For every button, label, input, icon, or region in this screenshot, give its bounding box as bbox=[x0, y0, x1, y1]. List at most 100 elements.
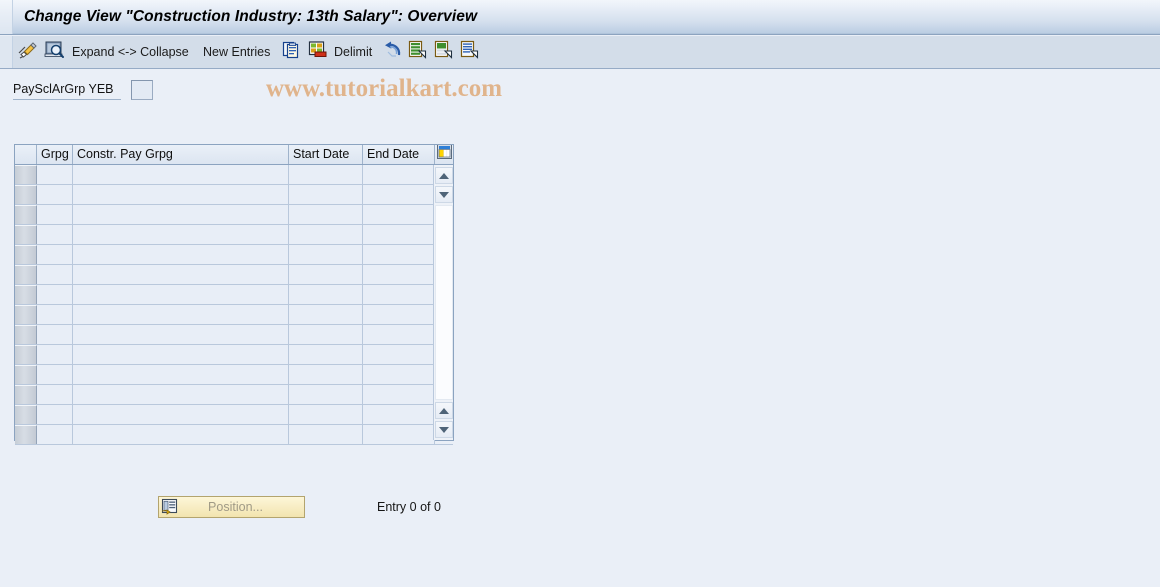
table-row[interactable] bbox=[15, 365, 453, 385]
cell-ed[interactable] bbox=[363, 185, 435, 204]
cell-ed[interactable] bbox=[363, 405, 435, 424]
deselect-all-button[interactable] bbox=[434, 40, 453, 64]
table-vertical-scrollbar[interactable] bbox=[433, 165, 453, 440]
cell-sd[interactable] bbox=[289, 325, 363, 344]
cell-sd[interactable] bbox=[289, 225, 363, 244]
scroll-to-top-button[interactable] bbox=[435, 167, 453, 184]
delete-button[interactable] bbox=[308, 40, 327, 64]
table-row[interactable] bbox=[15, 385, 453, 405]
table-row[interactable] bbox=[15, 325, 453, 345]
cell-ed[interactable] bbox=[363, 305, 435, 324]
cell-cpg[interactable] bbox=[73, 245, 289, 264]
position-button[interactable]: Position... bbox=[158, 496, 305, 518]
cell-ed[interactable] bbox=[363, 425, 435, 444]
cell-sd[interactable] bbox=[289, 285, 363, 304]
cell-ed[interactable] bbox=[363, 385, 435, 404]
display-button[interactable] bbox=[44, 40, 65, 64]
cell-cpg[interactable] bbox=[73, 325, 289, 344]
change-pencil-button[interactable] bbox=[18, 40, 39, 64]
cell-sd[interactable] bbox=[289, 385, 363, 404]
table-row[interactable] bbox=[15, 265, 453, 285]
delimit-button[interactable]: Delimit bbox=[334, 40, 372, 64]
cell-grpg[interactable] bbox=[37, 225, 73, 244]
cell-sd[interactable] bbox=[289, 205, 363, 224]
cell-ed[interactable] bbox=[363, 165, 435, 184]
scroll-to-bottom-button[interactable] bbox=[435, 421, 453, 438]
cell-cpg[interactable] bbox=[73, 165, 289, 184]
cell-cpg[interactable] bbox=[73, 185, 289, 204]
cell-sd[interactable] bbox=[289, 265, 363, 284]
table-row[interactable] bbox=[15, 225, 453, 245]
cell-grpg[interactable] bbox=[37, 205, 73, 224]
cell-ed[interactable] bbox=[363, 345, 435, 364]
cell-cpg[interactable] bbox=[73, 365, 289, 384]
column-header-start-date[interactable]: Start Date bbox=[289, 145, 363, 164]
cell-cpg[interactable] bbox=[73, 305, 289, 324]
row-select-button[interactable] bbox=[15, 385, 37, 404]
cell-grpg[interactable] bbox=[37, 165, 73, 184]
cell-ed[interactable] bbox=[363, 225, 435, 244]
table-row[interactable] bbox=[15, 245, 453, 265]
cell-grpg[interactable] bbox=[37, 345, 73, 364]
cell-grpg[interactable] bbox=[37, 245, 73, 264]
cell-grpg[interactable] bbox=[37, 385, 73, 404]
cell-cpg[interactable] bbox=[73, 425, 289, 444]
cell-ed[interactable] bbox=[363, 325, 435, 344]
cell-grpg[interactable] bbox=[37, 405, 73, 424]
scrollbar-track[interactable] bbox=[435, 205, 453, 400]
row-select-button[interactable] bbox=[15, 325, 37, 344]
cell-cpg[interactable] bbox=[73, 225, 289, 244]
cell-ed[interactable] bbox=[363, 205, 435, 224]
select-all-button[interactable] bbox=[408, 40, 427, 64]
cell-grpg[interactable] bbox=[37, 425, 73, 444]
row-select-button[interactable] bbox=[15, 185, 37, 204]
table-settings-button[interactable] bbox=[435, 145, 453, 164]
cell-grpg[interactable] bbox=[37, 365, 73, 384]
cell-sd[interactable] bbox=[289, 305, 363, 324]
cell-grpg[interactable] bbox=[37, 285, 73, 304]
cell-sd[interactable] bbox=[289, 165, 363, 184]
row-select-button[interactable] bbox=[15, 425, 37, 444]
cell-ed[interactable] bbox=[363, 265, 435, 284]
cell-grpg[interactable] bbox=[37, 265, 73, 284]
row-select-button[interactable] bbox=[15, 405, 37, 424]
expand-collapse-button[interactable]: Expand <-> Collapse bbox=[72, 40, 189, 64]
table-row[interactable] bbox=[15, 285, 453, 305]
table-row[interactable] bbox=[15, 205, 453, 225]
scroll-page-down-button[interactable] bbox=[435, 402, 453, 419]
cell-grpg[interactable] bbox=[37, 305, 73, 324]
row-select-button[interactable] bbox=[15, 345, 37, 364]
row-select-button[interactable] bbox=[15, 165, 37, 184]
row-select-button[interactable] bbox=[15, 285, 37, 304]
cell-grpg[interactable] bbox=[37, 185, 73, 204]
cell-cpg[interactable] bbox=[73, 345, 289, 364]
cell-ed[interactable] bbox=[363, 285, 435, 304]
cell-cpg[interactable] bbox=[73, 405, 289, 424]
cell-cpg[interactable] bbox=[73, 205, 289, 224]
copy-as-button[interactable] bbox=[282, 40, 301, 64]
row-select-button[interactable] bbox=[15, 205, 37, 224]
column-header-constr-pay-grpg[interactable]: Constr. Pay Grpg bbox=[73, 145, 289, 164]
payscale-area-group-input[interactable] bbox=[131, 79, 153, 100]
table-row[interactable] bbox=[15, 185, 453, 205]
table-row[interactable] bbox=[15, 165, 453, 185]
table-row[interactable] bbox=[15, 405, 453, 425]
row-select-button[interactable] bbox=[15, 365, 37, 384]
cell-ed[interactable] bbox=[363, 245, 435, 264]
cell-cpg[interactable] bbox=[73, 385, 289, 404]
row-select-button[interactable] bbox=[15, 265, 37, 284]
cell-sd[interactable] bbox=[289, 345, 363, 364]
scroll-page-up-button[interactable] bbox=[435, 186, 453, 203]
cell-sd[interactable] bbox=[289, 405, 363, 424]
cell-sd[interactable] bbox=[289, 365, 363, 384]
table-row[interactable] bbox=[15, 425, 453, 445]
row-select-button[interactable] bbox=[15, 225, 37, 244]
row-select-button[interactable] bbox=[15, 245, 37, 264]
cell-cpg[interactable] bbox=[73, 285, 289, 304]
column-header-select[interactable] bbox=[15, 145, 37, 164]
column-header-grpg[interactable]: Grpg bbox=[37, 145, 73, 164]
column-header-end-date[interactable]: End Date bbox=[363, 145, 435, 164]
cell-grpg[interactable] bbox=[37, 325, 73, 344]
new-entries-button[interactable]: New Entries bbox=[203, 40, 270, 64]
cell-sd[interactable] bbox=[289, 425, 363, 444]
